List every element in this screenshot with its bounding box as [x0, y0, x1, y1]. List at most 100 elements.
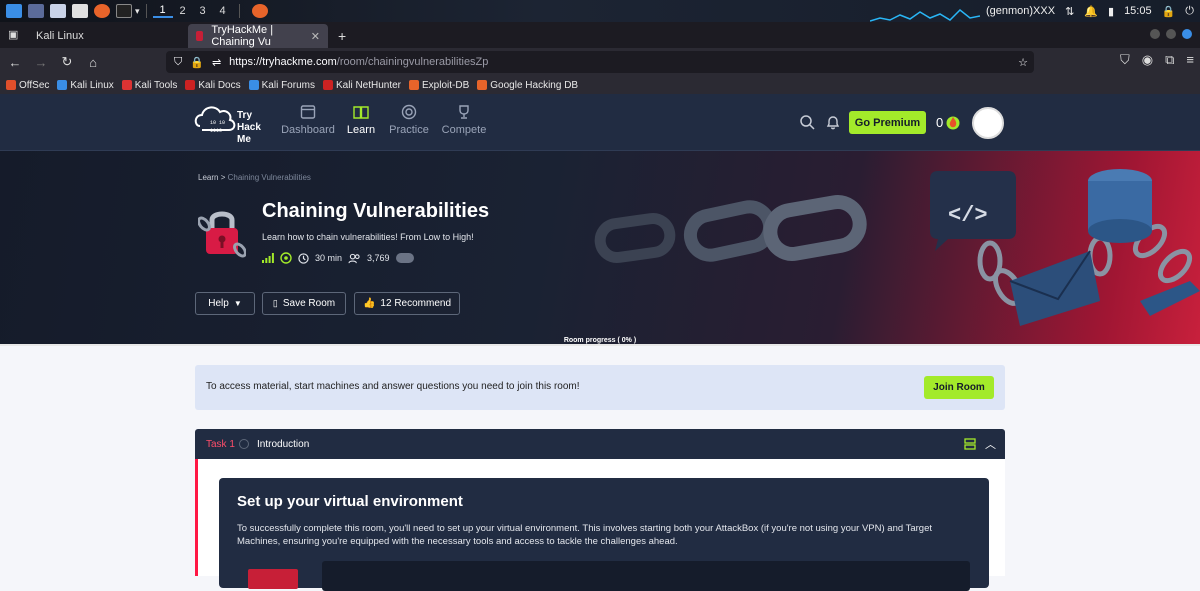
setup-title: Set up your virtual environment	[237, 493, 463, 510]
svg-text:Hack: Hack	[237, 122, 261, 133]
back-icon[interactable]: ←	[4, 55, 26, 70]
flame-icon	[946, 116, 960, 130]
battery-icon[interactable]: ▮	[1108, 5, 1114, 18]
bookmark-item[interactable]: Google Hacking DB	[477, 80, 578, 91]
task-list-icon[interactable]	[964, 438, 976, 450]
bookmark-item[interactable]: Kali Forums	[248, 80, 315, 91]
nav-compete[interactable]: Compete	[434, 104, 494, 136]
streak-counter[interactable]: 0	[936, 114, 960, 130]
permissions-icon[interactable]: ⇌	[212, 56, 221, 69]
account-icon[interactable]: ◉	[1142, 52, 1153, 68]
search-icon[interactable]	[799, 114, 815, 130]
firefox-window-icon[interactable]	[251, 4, 268, 18]
extensions-icon[interactable]: ⧉	[1165, 52, 1174, 68]
bell-icon[interactable]	[825, 114, 841, 130]
setup-text: To successfully complete this room, you'…	[237, 523, 933, 547]
tryhackme-logo[interactable]: 10 10 1110 Try Hack Me	[194, 100, 270, 146]
tab-tryhackme[interactable]: TryHackMe | Chaining Vu ✕	[188, 24, 328, 48]
creator-avatars-icon[interactable]	[395, 253, 414, 263]
window-controls	[1150, 29, 1192, 39]
reload-icon[interactable]: ↻	[56, 54, 78, 70]
help-button[interactable]: Help ▼	[195, 292, 255, 315]
bookmark-item[interactable]: Kali Linux	[57, 80, 114, 91]
tab-kali-linux[interactable]: Kali Linux	[28, 24, 188, 48]
task-number: Task 1	[206, 439, 235, 450]
menu-icon[interactable]: ≡	[1186, 52, 1194, 68]
recommend-button[interactable]: 👍 12 Recommend	[354, 292, 460, 315]
svg-text:</>: </>	[948, 203, 988, 228]
minimize-button[interactable]	[1150, 29, 1160, 39]
close-window-button[interactable]	[1182, 29, 1192, 39]
workspace-3[interactable]: 3	[193, 5, 213, 17]
tab-overview-icon[interactable]: ▣	[8, 28, 18, 41]
save-room-label: Save Room	[282, 298, 336, 309]
bookmark-star-icon[interactable]: ☆	[1018, 56, 1028, 69]
join-banner: To access material, start machines and a…	[195, 365, 1005, 410]
shield-icon[interactable]: ⛉	[174, 56, 182, 69]
breadcrumb-root[interactable]: Learn	[198, 173, 218, 182]
divider	[145, 4, 147, 18]
browser-navbar: ← → ↻ ⌂ ⛉ 🔒 ⇌ https://tryhackme.com/room…	[0, 48, 1200, 76]
go-premium-button[interactable]: Go Premium	[849, 111, 926, 134]
bookmark-item[interactable]: Kali Docs	[185, 80, 241, 91]
free-room-icon	[280, 252, 292, 264]
genmon-label: (genmon)XXX	[985, 5, 1056, 17]
padlock-icon[interactable]: 🔒	[190, 56, 204, 69]
desktop-icon[interactable]	[28, 4, 44, 18]
maximize-button[interactable]	[1166, 29, 1176, 39]
chevron-down-icon[interactable]: ▾	[135, 6, 140, 17]
room-description: Learn how to chain vulnerabilities! From…	[262, 232, 474, 242]
offsec-icon	[6, 80, 16, 90]
forward-icon[interactable]: →	[30, 55, 52, 70]
files-icon[interactable]	[50, 4, 66, 18]
lock-icon[interactable]: 🔒	[1162, 5, 1176, 18]
nav-dashboard[interactable]: Dashboard	[278, 104, 338, 136]
nav-label: Practice	[389, 124, 429, 136]
editor-icon[interactable]	[72, 4, 88, 18]
url-bar[interactable]: ⛉ 🔒 ⇌ https://tryhackme.com/room/chainin…	[166, 51, 1034, 73]
workspace-2[interactable]: 2	[173, 5, 193, 17]
bookmark-item[interactable]: Exploit-DB	[409, 80, 469, 91]
room-progress-bar	[0, 344, 1200, 346]
close-icon[interactable]: ✕	[311, 30, 320, 43]
task-body: Set up your virtual environment To succe…	[195, 459, 1005, 591]
join-room-button[interactable]: Join Room	[924, 376, 994, 399]
url-text: https://tryhackme.com/room/chainingvulne…	[229, 56, 489, 68]
power-icon[interactable]: ⏻	[1185, 5, 1194, 18]
join-banner-text: To access material, start machines and a…	[206, 381, 580, 392]
firefox-icon[interactable]	[94, 4, 110, 18]
clock[interactable]: 15:05	[1124, 5, 1152, 17]
pocket-icon[interactable]: ⛉	[1120, 52, 1130, 68]
room-users: 3,769	[367, 253, 390, 263]
trophy-icon	[459, 105, 469, 119]
save-room-button[interactable]: ▯ Save Room	[262, 292, 346, 315]
user-avatar[interactable]	[972, 107, 1004, 139]
tray: (genmon)XXX ⇅ 🔔 ▮ 15:05 🔒 ⏻	[986, 0, 1194, 22]
nav-practice[interactable]: Practice	[379, 104, 439, 136]
task-header[interactable]: Task 1 Introduction ︿	[195, 429, 1005, 459]
svg-text:Me: Me	[237, 134, 251, 145]
notification-bell-icon[interactable]: 🔔	[1084, 5, 1098, 18]
new-tab-button[interactable]: +	[338, 28, 346, 44]
task-status-icon	[239, 439, 249, 449]
chevron-up-icon[interactable]: ︿	[985, 436, 996, 452]
kali-menu-icon[interactable]	[6, 4, 22, 18]
room-title: Chaining Vulnerabilities	[262, 200, 490, 222]
difficulty-bars-icon	[262, 253, 274, 263]
bookmark-item[interactable]: Kali Tools	[121, 80, 177, 91]
home-icon[interactable]: ⌂	[82, 55, 104, 70]
ghdb-icon	[477, 80, 488, 90]
svg-text:10 10: 10 10	[210, 120, 225, 126]
nethunter-icon	[322, 80, 333, 90]
workspace-4[interactable]: 4	[213, 5, 233, 17]
room-progress-label: Room progress ( 0% )	[563, 337, 637, 344]
dashboard-icon	[300, 105, 316, 119]
room-duration: 30 min	[315, 253, 343, 263]
terminal-icon[interactable]	[116, 4, 132, 18]
workspace-1[interactable]: 1	[152, 4, 173, 18]
bookmark-item[interactable]: Kali NetHunter	[322, 80, 401, 91]
bookmark-item[interactable]: OffSec	[6, 80, 49, 91]
network-icon[interactable]: ⇅	[1065, 5, 1074, 18]
setup-card: Set up your virtual environment To succe…	[219, 478, 989, 591]
setup-inner-panel	[322, 561, 970, 591]
